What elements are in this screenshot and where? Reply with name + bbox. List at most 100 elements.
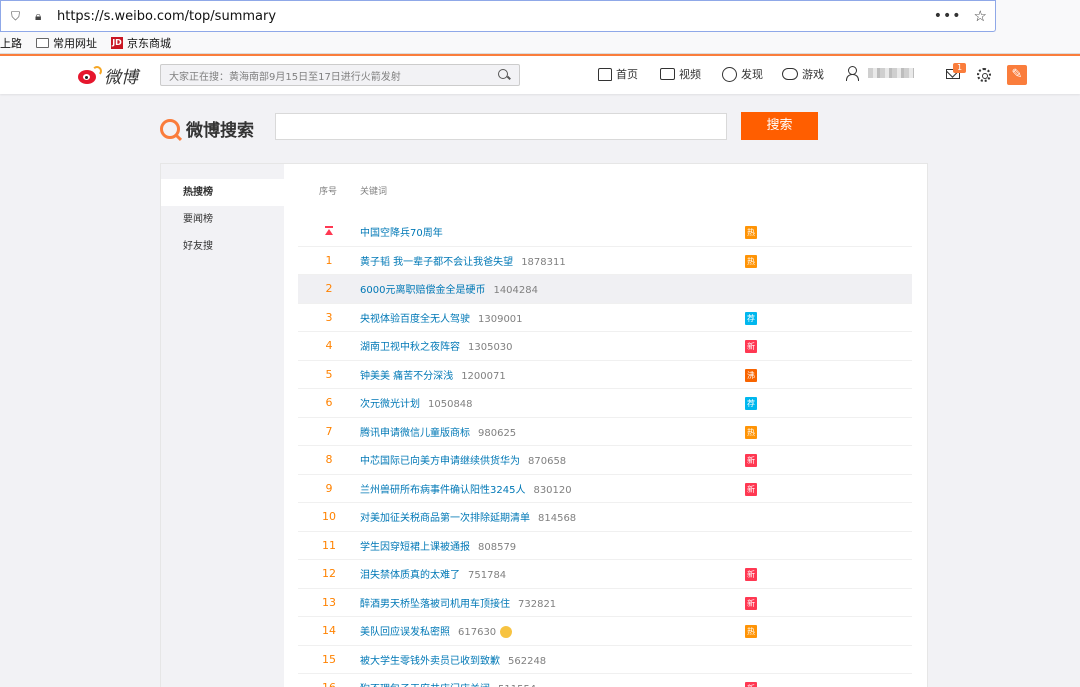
table-row: 13 醉酒男天桥坠落被司机用车顶接住 732821 新 [298,589,912,617]
keyword-cell: 狗不理包子王府井店门店关闭511554 [360,680,536,687]
rank-number: 16 [298,681,360,687]
nav-discover[interactable]: 发现 [722,66,763,82]
tag-badge-new: 新 [745,682,757,687]
rank-number: 1 [325,253,333,267]
sidebar-item-friends[interactable]: 好友搜 [161,233,284,260]
keyword-link[interactable]: 对美加征关税商品第一次排除延期清单 [360,513,530,524]
address-bar[interactable]: ⛉ 🔒︎ https://s.weibo.com/top/summary •••… [0,0,996,32]
more-actions-icon[interactable]: ••• [934,8,962,24]
rank-number: 11 [322,538,336,552]
header-search-input[interactable]: 大家正在搜：黄海南部9月15日至17日进行火箭发射 [160,64,520,86]
search-logo-icon [160,118,180,139]
keyword-link[interactable]: 美队回应误发私密照 [360,627,450,638]
rank-number: 7 [325,424,333,438]
tag-badge-hot: 热 [745,226,757,239]
tag-badge-hot: 热 [745,254,757,268]
table-row: 3 央视体验百度全无人驾驶 1309001 荐 [298,304,912,332]
lock-icon[interactable]: 🔒︎ [35,9,51,24]
heat-count: 814568 [538,513,577,525]
nav-home[interactable]: 首页 [598,66,638,82]
sidebar-item-hot[interactable]: 热搜榜 [161,179,284,206]
rank-number: 10 [322,510,336,524]
heat-count: 808579 [478,541,517,553]
tag-badge-hot: 热 [745,425,757,439]
heat-count: 1305030 [468,342,513,354]
keyword-cell: 中芯国际已向美方申请继续供货华为 870658 [360,452,566,467]
keyword-link[interactable]: 6000元离职赔偿金全是硬币 [360,285,485,296]
keyword-cell: 腾讯申请微信儿童版商标 980625 [360,424,516,439]
table-row: 1 黄子韬 我一辈子都不会让我爸失望 1878311 热 [298,247,912,275]
bookmark-label: 京东商城 [127,36,171,50]
url-text[interactable]: https://s.weibo.com/top/summary [57,9,934,24]
keyword-link[interactable]: 学生因穿短裙上课被通报 [360,542,470,553]
keyword-cell: 对美加征关税商品第一次排除延期清单 814568 [360,509,576,524]
table-row: 7 腾讯申请微信儿童版商标 980625 热 [298,418,912,446]
nav-game[interactable]: 游戏 [782,66,824,82]
site-header: 微博 大家正在搜：黄海南部9月15日至17日进行火箭发射 首页 视频 发现 游戏… [0,54,1080,94]
rank-number: 8 [325,453,333,467]
keyword-link[interactable]: 次元微光计划 [360,399,420,410]
rank-number: 2 [325,282,333,296]
keyword-link[interactable]: 腾讯申请微信儿童版商标 [360,428,470,439]
table-row: 9 兰州兽研所布病事件确认阳性3245人 830120 新 [298,475,912,503]
heat-count: 1309001 [478,313,523,325]
keyword-cell: 钟美美 痛苦不分深浅 1200071 [360,367,506,382]
table-header: 序号 关键词 [298,164,912,218]
search-icon[interactable] [497,68,511,82]
nav-game-label: 游戏 [802,68,824,81]
keyword-link[interactable]: 中芯国际已向美方申请继续供货华为 [360,456,520,467]
user-menu[interactable] [846,66,914,81]
table-row: 15 被大学生零钱外卖员已收到致歉 562248 [298,646,912,674]
heat-count: 1404284 [493,285,538,297]
sidebar-item-news[interactable]: 要闻榜 [161,206,284,233]
bookmark-star-icon[interactable]: ☆ [974,7,987,25]
keyword-link[interactable]: 被大学生零钱外卖员已收到致歉 [360,656,500,667]
tag-badge-rec: 荐 [745,397,757,410]
rank-number: 3 [325,310,333,324]
rank-number: 15 [322,652,336,666]
bookmark-item[interactable]: JD 京东商城 [111,35,171,51]
rank-number: 6 [325,396,333,410]
table-row: 中国空降兵70周年 热 [298,218,912,247]
bookmark-folder[interactable]: 常用网址 [36,35,97,51]
keyword-link[interactable]: 中国空降兵70周年 [360,228,443,239]
tag-badge-new: 新 [745,340,757,353]
keyword-link[interactable]: 湖南卫视中秋之夜阵容 [360,342,460,353]
shield-icon[interactable]: ⛉ [11,9,27,24]
heat-count: 980625 [478,427,517,439]
jd-icon: JD [111,36,123,49]
logo-text: 微博 [104,68,138,88]
keyword-cell: 兰州兽研所布病事件确认阳性3245人 830120 [360,481,572,496]
rank-number: 14 [322,624,336,638]
keyword-link[interactable]: 黄子韬 我一辈子都不会让我爸失望 [360,257,513,268]
search-button[interactable]: 搜索 [741,112,818,140]
keyword-cell: 醉酒男天桥坠落被司机用车顶接住 732821 [360,595,556,610]
pinned-top-icon [298,225,360,238]
keyword-link[interactable]: 兰州兽研所布病事件确认阳性3245人 [360,485,525,496]
tag-badge-rec: 荐 [745,311,757,325]
tag-badge-new: 新 [745,596,757,610]
compose-icon[interactable]: ✎ [1007,65,1027,85]
nav-video[interactable]: 视频 [660,66,701,82]
keyword-cell: 6000元离职赔偿金全是硬币 1404284 [360,281,538,296]
bookmark-item[interactable]: 上路 [0,35,22,51]
gamepad-icon [782,68,798,80]
keyword-link[interactable]: 泪失禁体质真的太难了 [360,570,460,581]
keyword-link[interactable]: 钟美美 痛苦不分深浅 [360,371,453,382]
keyword-cell: 美队回应误发私密照 617630 [360,623,513,638]
mail-badge: 1 [953,63,967,73]
heat-count: 562248 [508,655,547,667]
nav-discover-label: 发现 [741,68,763,81]
nav-video-label: 视频 [679,68,701,81]
table-row: 10 对美加征关税商品第一次排除延期清单 814568 [298,503,912,532]
heat-count: 751784 [468,570,507,582]
main-search-input[interactable] [275,113,727,140]
gear-icon[interactable] [977,68,991,82]
keyword-link[interactable]: 醉酒男天桥坠落被司机用车顶接住 [360,599,510,610]
tag-badge-new: 新 [745,454,757,467]
weibo-logo[interactable]: 微博 [76,63,138,88]
header-search-placeholder: 大家正在搜：黄海南部9月15日至17日进行火箭发射 [169,71,401,83]
heat-count: 1200071 [461,370,506,382]
keyword-link[interactable]: 央视体验百度全无人驾驶 [360,314,470,325]
tag-badge-new: 新 [745,568,757,581]
